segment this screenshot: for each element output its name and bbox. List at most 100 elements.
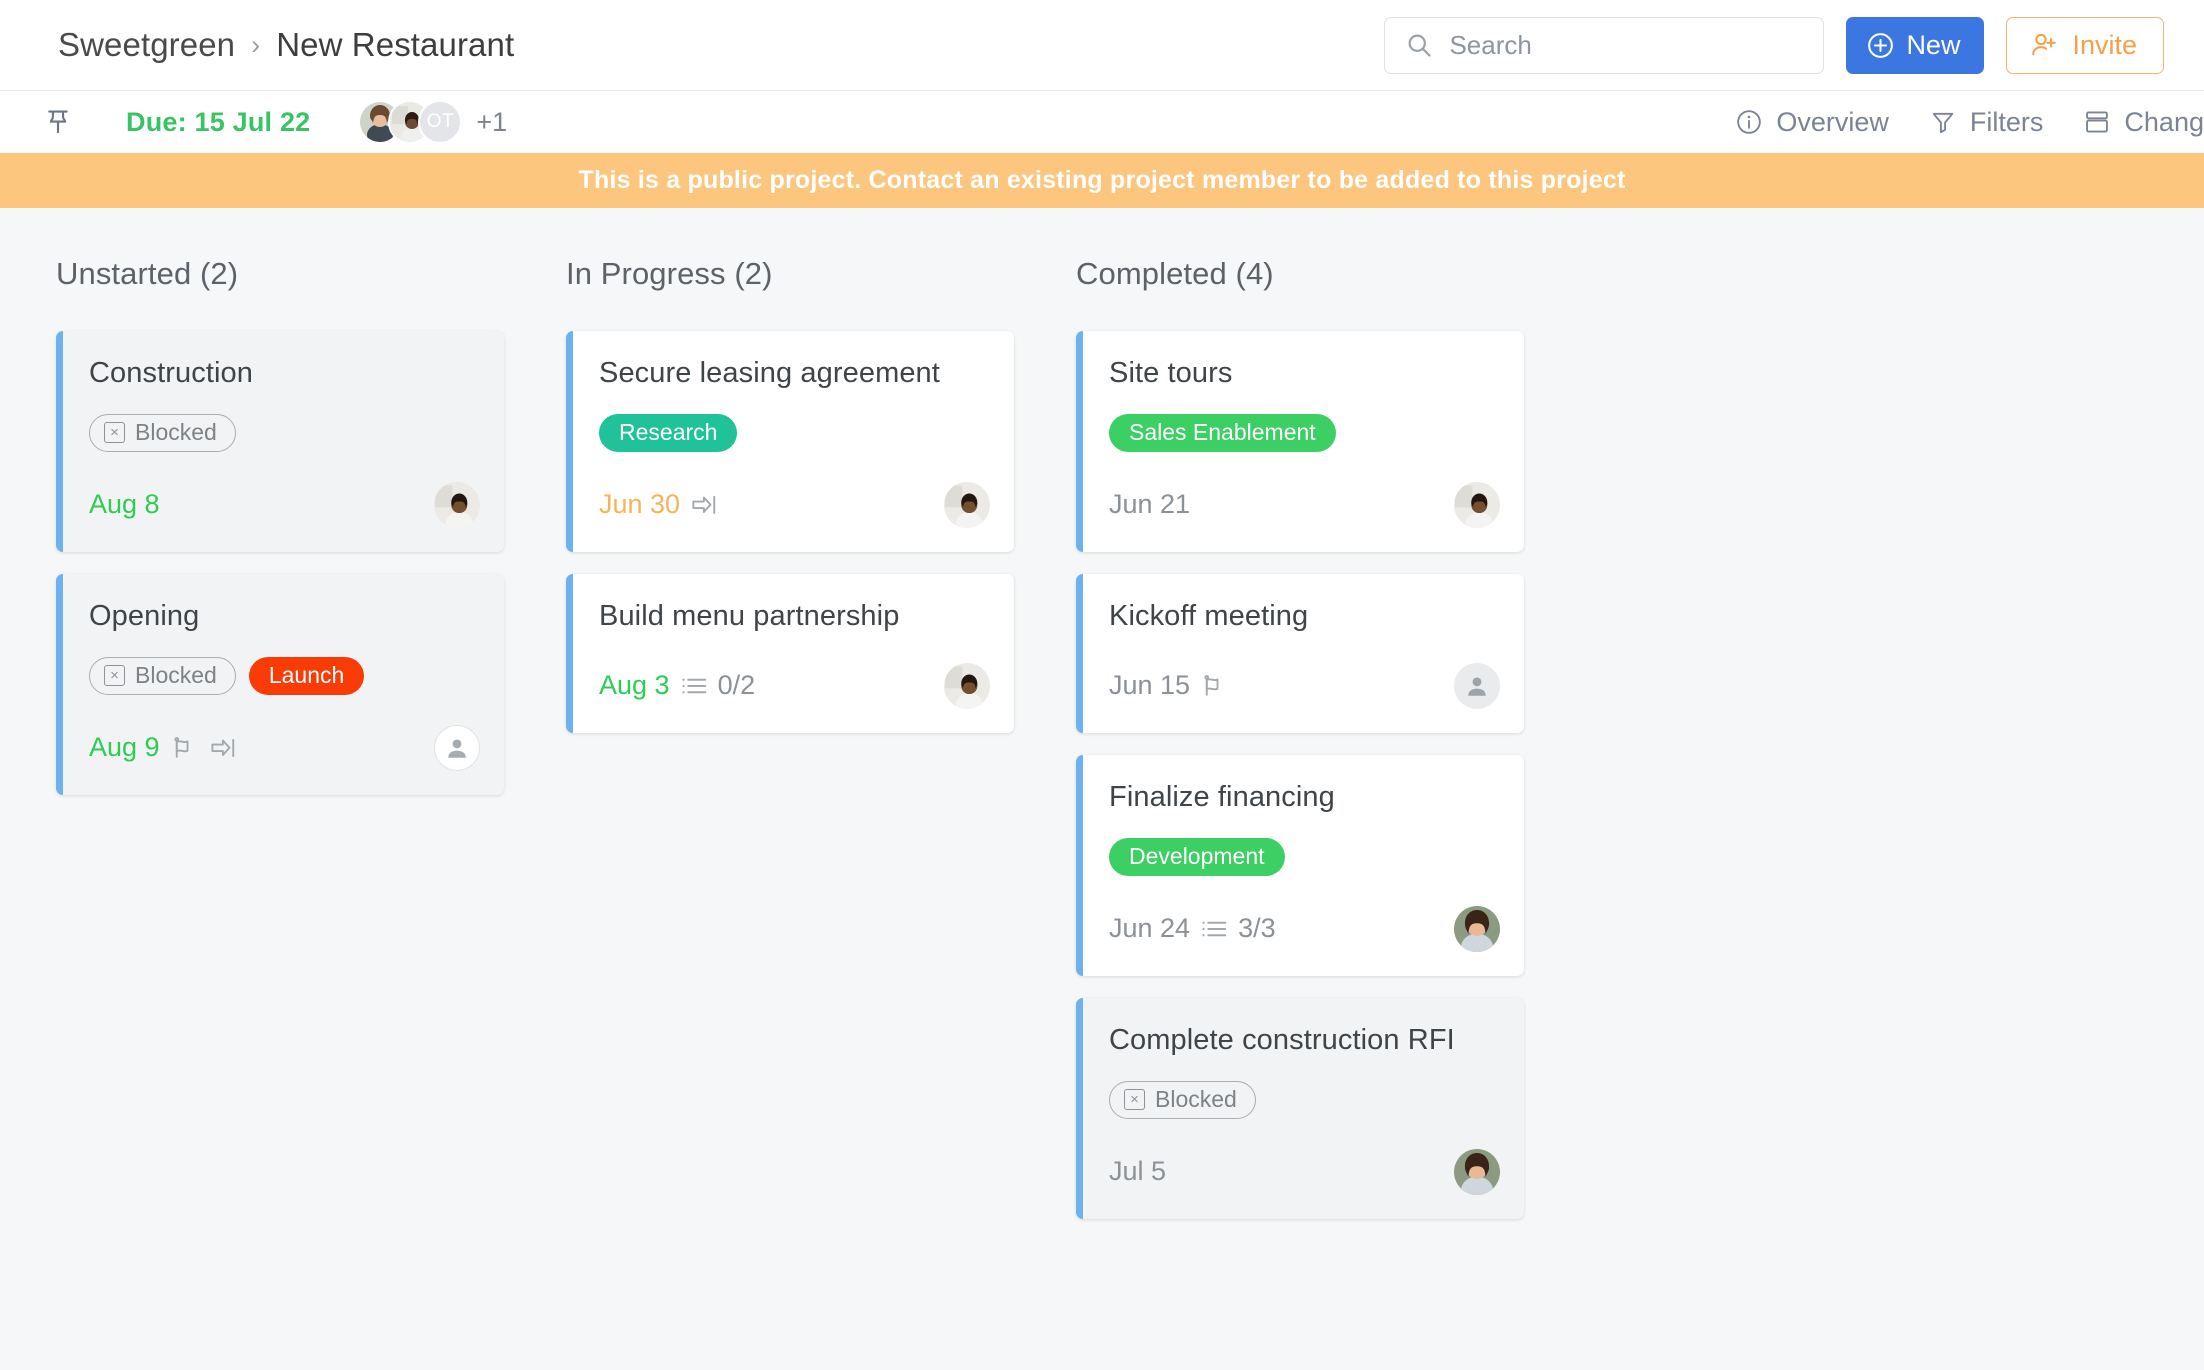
avatar-overflow-count[interactable]: +1 <box>476 107 507 138</box>
task-card-title: Finalize financing <box>1109 780 1335 813</box>
task-card-footer: Jun 21 <box>1109 481 1500 528</box>
assignee-avatar[interactable] <box>1454 1148 1500 1195</box>
task-due-date[interactable]: Jul 5 <box>1109 1156 1166 1187</box>
task-tag[interactable]: Research <box>599 413 738 452</box>
task-card[interactable]: Complete construction RFI × Blocked Jul 5 <box>1076 997 1524 1219</box>
column-title: Unstarted (2) <box>56 256 239 291</box>
task-meta: Jun 15 <box>1109 670 1229 701</box>
public-project-banner-text: This is a public project. Contact an exi… <box>578 166 1626 194</box>
assignee-placeholder[interactable] <box>434 724 480 771</box>
project-toolbar: Due: 15 Jul 22 OT +1 Overview Filters Ch… <box>0 91 2204 153</box>
task-card-title: Construction <box>89 357 253 389</box>
public-project-banner: This is a public project. Contact an exi… <box>0 153 2204 208</box>
avatar-initials[interactable]: OT <box>418 100 463 144</box>
task-card-title: Build menu partnership <box>599 599 900 632</box>
checklist-count: 0/2 <box>717 670 756 701</box>
breadcrumb-root[interactable]: Sweetgreen <box>58 26 235 64</box>
blocked-badge-label: Blocked <box>135 662 217 689</box>
kanban-board: Unstarted (2) Construction × Blocked Aug 8 Op… <box>0 208 2204 1370</box>
checklist-icon <box>1199 914 1229 944</box>
task-due-date[interactable]: Aug 9 <box>89 732 160 763</box>
blocked-icon: × <box>104 665 125 687</box>
task-tag-row: × Blocked Launch <box>89 656 480 695</box>
search-icon <box>1405 31 1433 59</box>
column-title: Completed (4) <box>1076 256 1274 291</box>
task-card[interactable]: Kickoff meeting Jun 15 <box>1076 573 1524 733</box>
task-meta: Aug 3 0/2 <box>599 670 755 701</box>
search-input[interactable] <box>1449 29 1804 61</box>
task-tag-row: Research <box>599 413 990 452</box>
filters-button[interactable]: Filters <box>1929 106 2044 138</box>
board-column: Completed (4) Site tours Sales Enablement J… <box>1076 256 1586 1370</box>
due-date[interactable]: Due: 15 Jul 22 <box>126 107 310 138</box>
search-box[interactable] <box>1384 16 1825 74</box>
task-tag[interactable]: Sales Enablement <box>1109 413 1336 452</box>
top-bar: Sweetgreen › New Restaurant New <box>0 0 2204 91</box>
task-card-title: Site tours <box>1109 357 1233 389</box>
card-list: Secure leasing agreement Research Jun 30 Bu… <box>566 331 1076 733</box>
member-avatar-group[interactable]: OT +1 <box>358 100 507 144</box>
new-button-label: New <box>1906 29 1961 60</box>
blocked-badge-label: Blocked <box>1155 1086 1237 1113</box>
task-card-footer: Aug 9 <box>89 724 480 771</box>
task-card[interactable]: Build menu partnership Aug 3 0/2 <box>566 573 1014 733</box>
task-card-footer: Jun 30 <box>599 481 990 528</box>
card-list: Construction × Blocked Aug 8 Opening × Blocked… <box>56 331 566 795</box>
task-tag-row: Sales Enablement <box>1109 413 1500 452</box>
task-card[interactable]: Site tours Sales Enablement Jun 21 <box>1076 331 1524 552</box>
task-due-date[interactable]: Jun 24 <box>1109 913 1190 944</box>
task-meta: Jun 24 3/3 <box>1109 913 1276 944</box>
board-column: Unstarted (2) Construction × Blocked Aug 8 Op… <box>56 256 566 1370</box>
task-due-date[interactable]: Jun 30 <box>599 489 680 520</box>
task-card-title: Kickoff meeting <box>1109 599 1309 632</box>
task-meta: Jun 21 <box>1109 489 1190 520</box>
plus-circle-icon <box>1866 31 1895 60</box>
task-card-footer: Jun 15 <box>1109 662 1500 709</box>
pin-icon[interactable] <box>42 106 74 138</box>
assignee-avatar[interactable] <box>1454 481 1500 528</box>
task-card-footer: Aug 3 0/2 <box>599 662 990 709</box>
assignee-avatar[interactable] <box>944 481 990 528</box>
task-card[interactable]: Secure leasing agreement Research Jun 30 <box>566 331 1014 552</box>
new-button[interactable]: New <box>1846 16 1985 74</box>
task-due-date[interactable]: Jun 21 <box>1109 489 1190 520</box>
breadcrumb-separator: › <box>251 29 261 60</box>
invite-button[interactable]: Invite <box>2006 16 2164 74</box>
task-meta: Jun 30 <box>599 489 719 520</box>
info-icon <box>1735 108 1763 136</box>
breadcrumb-current[interactable]: New Restaurant <box>276 26 514 64</box>
move-to-end-icon <box>208 733 238 763</box>
task-meta: Jul 5 <box>1109 1156 1166 1187</box>
change-view-button[interactable]: Chang <box>2083 107 2204 138</box>
funnel-icon <box>1929 108 1957 136</box>
task-card[interactable]: Finalize financing Development Jun 24 3/3 <box>1076 754 1524 976</box>
task-tag[interactable]: Launch <box>248 656 365 695</box>
task-due-date[interactable]: Aug 3 <box>599 670 670 701</box>
blocked-badge[interactable]: × Blocked <box>89 413 236 452</box>
task-card[interactable]: Construction × Blocked Aug 8 <box>56 331 504 552</box>
task-tag[interactable]: Development <box>1109 837 1285 876</box>
assignee-avatar[interactable] <box>1454 905 1500 952</box>
task-meta: Aug 9 <box>89 732 238 763</box>
assignee-avatar[interactable] <box>944 662 990 709</box>
filters-label: Filters <box>1969 106 2044 137</box>
task-card-footer: Jul 5 <box>1109 1148 1500 1195</box>
board-column: In Progress (2) Secure leasing agreement R… <box>566 256 1076 1370</box>
card-list: Site tours Sales Enablement Jun 21 Kickoff … <box>1076 331 1586 1219</box>
blocked-badge[interactable]: × Blocked <box>1109 1080 1256 1119</box>
blocked-icon: × <box>1124 1089 1145 1111</box>
flag-icon <box>169 733 199 763</box>
assignee-avatar[interactable] <box>434 481 480 528</box>
move-to-end-icon <box>689 490 719 520</box>
task-due-date[interactable]: Jun 15 <box>1109 670 1190 701</box>
task-card[interactable]: Opening × Blocked Launch Aug 9 <box>56 573 504 795</box>
assignee-placeholder[interactable] <box>1454 662 1500 709</box>
person-plus-icon <box>2029 30 2059 60</box>
change-view-label: Chang <box>2124 106 2204 137</box>
checklist-count: 3/3 <box>1238 913 1276 944</box>
task-tag-row: × Blocked <box>1109 1080 1500 1119</box>
blocked-badge[interactable]: × Blocked <box>89 656 236 695</box>
invite-button-label: Invite <box>2072 29 2137 60</box>
task-due-date[interactable]: Aug 8 <box>89 489 160 520</box>
overview-button[interactable]: Overview <box>1735 107 1889 138</box>
